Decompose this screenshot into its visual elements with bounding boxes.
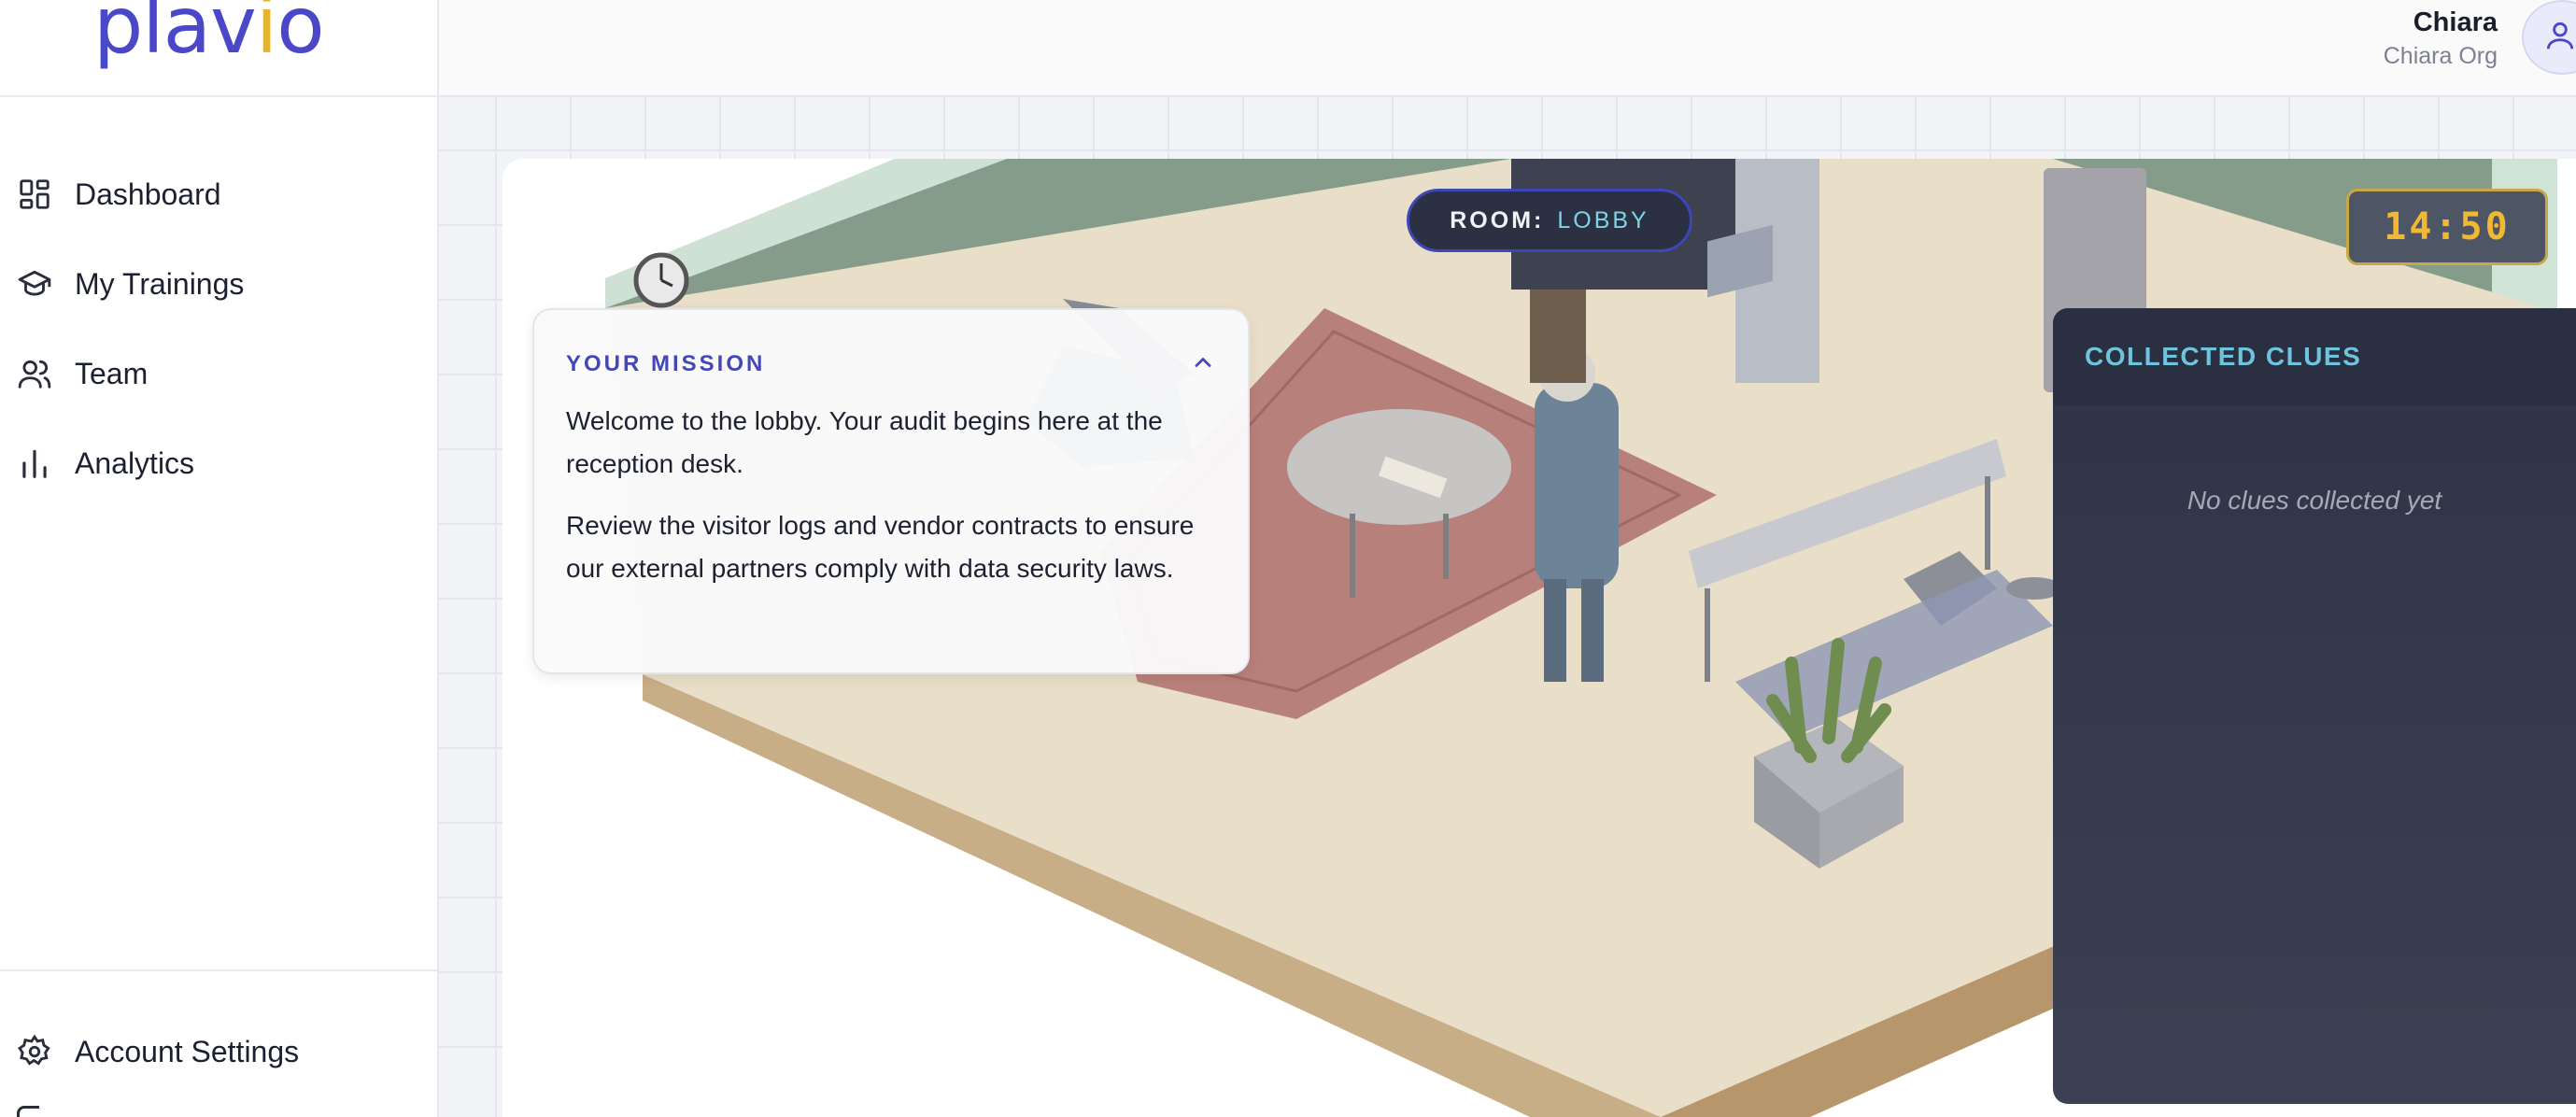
- room-value: LOBBY: [1557, 206, 1649, 233]
- collected-clues-panel: COLLECTED CLUES No clues collected yet: [2053, 308, 2576, 1104]
- users-icon: [17, 356, 52, 391]
- mission-text: Welcome to the lobby. Your audit begins …: [566, 406, 1163, 478]
- sidebar-item-account-settings[interactable]: Account Settings: [0, 1007, 437, 1096]
- escape-room-game[interactable]: ROOM: LOBBY 14:50 YOUR MISSION Welcome t…: [502, 159, 2576, 1117]
- sidebar: plavio Dashboard My Trainings Team Analy…: [0, 0, 439, 1117]
- room-badge: ROOM: LOBBY: [1407, 189, 1692, 252]
- top-header: Chiara Chiara Org: [439, 0, 2576, 97]
- sidebar-bottom: Account Settings: [0, 969, 437, 1096]
- avatar[interactable]: [2522, 0, 2576, 75]
- graduation-cap-icon: [17, 266, 52, 302]
- mission-text: Review the visitor logs and vendor contr…: [566, 511, 1195, 583]
- sidebar-item-label: Account Settings: [75, 1034, 300, 1068]
- sidebar-item-label: Analytics: [75, 445, 195, 480]
- clues-title: COLLECTED CLUES: [2053, 308, 2576, 405]
- sidebar-item-analytics[interactable]: Analytics: [0, 418, 437, 508]
- sidebar-item-label: Team: [75, 356, 149, 390]
- plavio-logo[interactable]: plavio: [93, 0, 325, 71]
- gear-icon: [17, 1034, 52, 1069]
- dashboard-grid-icon: [17, 177, 52, 212]
- room-label: ROOM:: [1450, 206, 1545, 233]
- sidebar-item-my-trainings[interactable]: My Trainings: [0, 239, 437, 329]
- partial-icon: [17, 1106, 39, 1117]
- user-icon: [2542, 18, 2576, 58]
- sidebar-item-dashboard[interactable]: Dashboard: [0, 149, 437, 239]
- logo-area: plavio: [0, 0, 437, 97]
- mission-header: YOUR MISSION: [566, 349, 1216, 379]
- user-menu[interactable]: Chiara Chiara Org: [2384, 6, 2498, 73]
- sidebar-item-label: Dashboard: [75, 177, 221, 211]
- person-body: [1535, 383, 1619, 588]
- countdown-timer: 14:50: [2346, 189, 2548, 265]
- user-name: Chiara: [2413, 7, 2498, 37]
- mission-panel: YOUR MISSION Welcome to the lobby. Your …: [532, 308, 1250, 674]
- bar-chart-icon: [17, 445, 52, 481]
- sidebar-item-label: My Trainings: [75, 266, 245, 301]
- user-org: Chiara Org: [2383, 43, 2498, 69]
- main-nav: Dashboard My Trainings Team Analytics: [0, 149, 437, 508]
- mission-title: YOUR MISSION: [566, 351, 766, 376]
- chevron-up-icon[interactable]: [1190, 349, 1216, 380]
- clues-empty-text: No clues collected yet: [2187, 486, 2442, 515]
- sidebar-item-team[interactable]: Team: [0, 329, 437, 418]
